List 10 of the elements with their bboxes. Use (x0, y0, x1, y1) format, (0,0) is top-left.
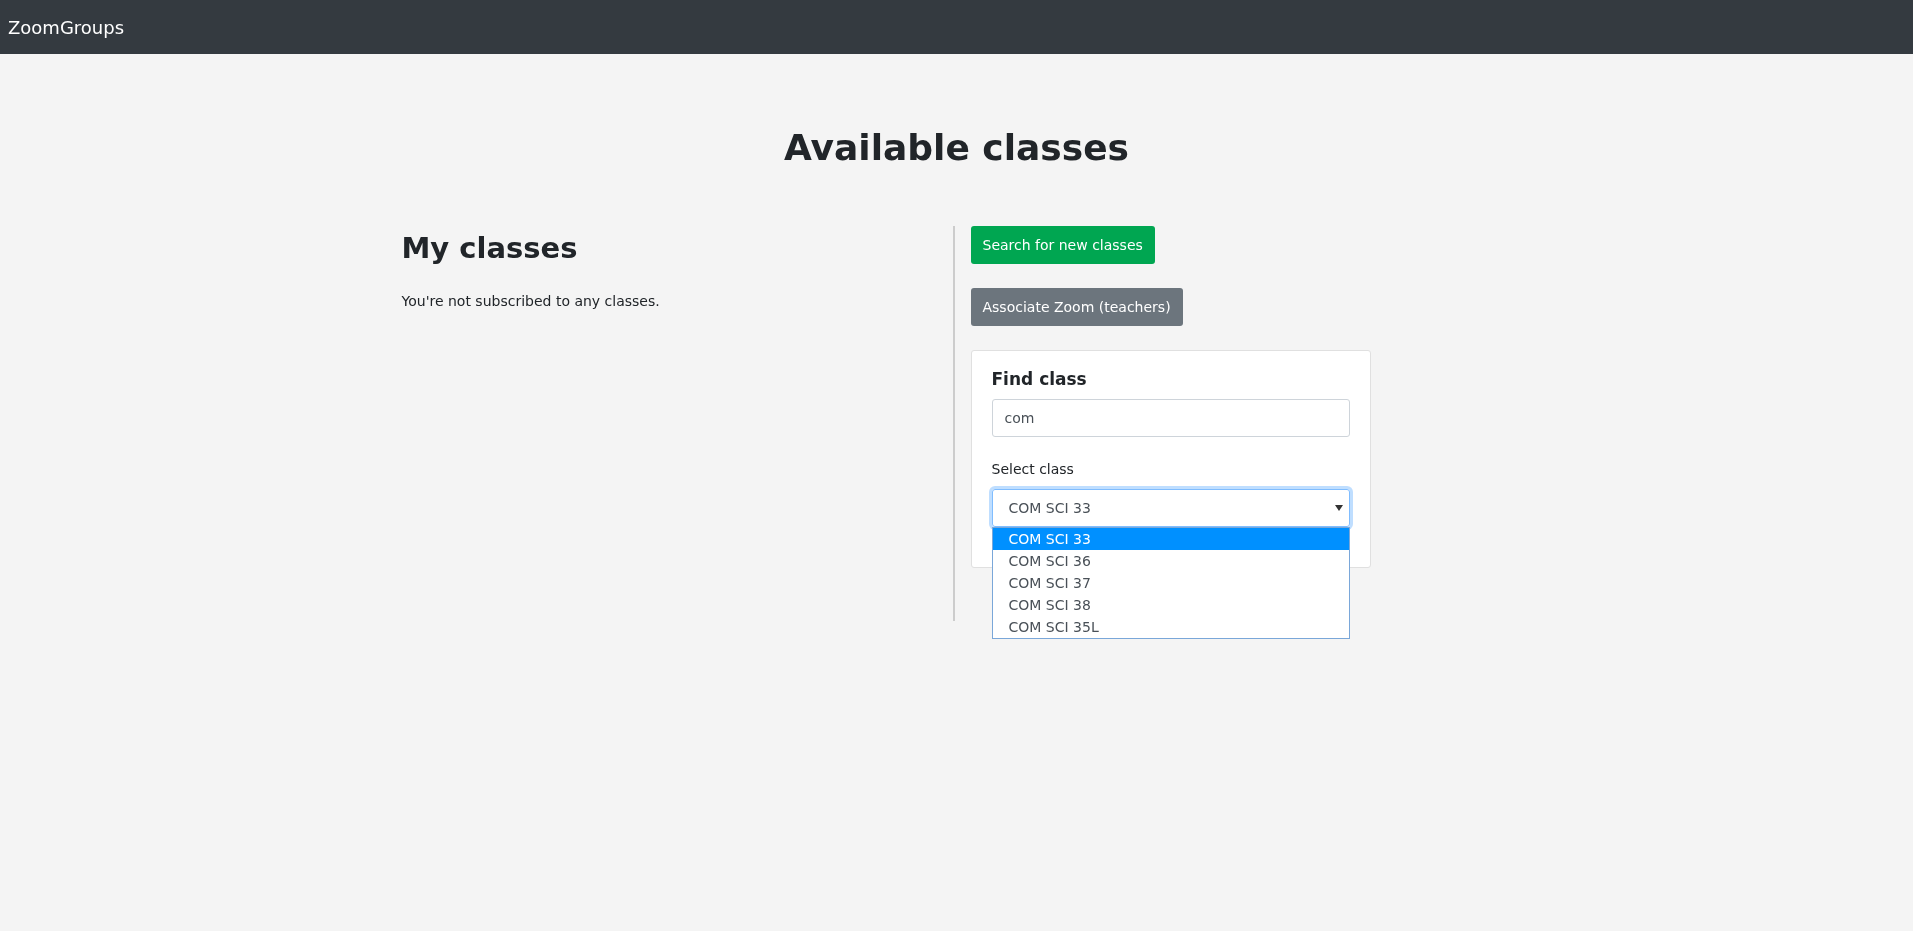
brand-link[interactable]: ZoomGroups (8, 16, 125, 38)
empty-message: You're not subscribed to any classes. (401, 293, 661, 309)
page-title: Available classes (782, 127, 1130, 168)
associate-button[interactable]: Associate Zoom (teachers) (970, 288, 1183, 326)
search-field[interactable]: com (991, 399, 1350, 437)
card-title: Find class (991, 369, 1088, 389)
class-select[interactable]: COM SCI 33 (991, 489, 1350, 527)
section-heading: My classes (401, 231, 579, 265)
select-label: Select class (991, 461, 1075, 477)
caret-icon (1334, 505, 1343, 511)
